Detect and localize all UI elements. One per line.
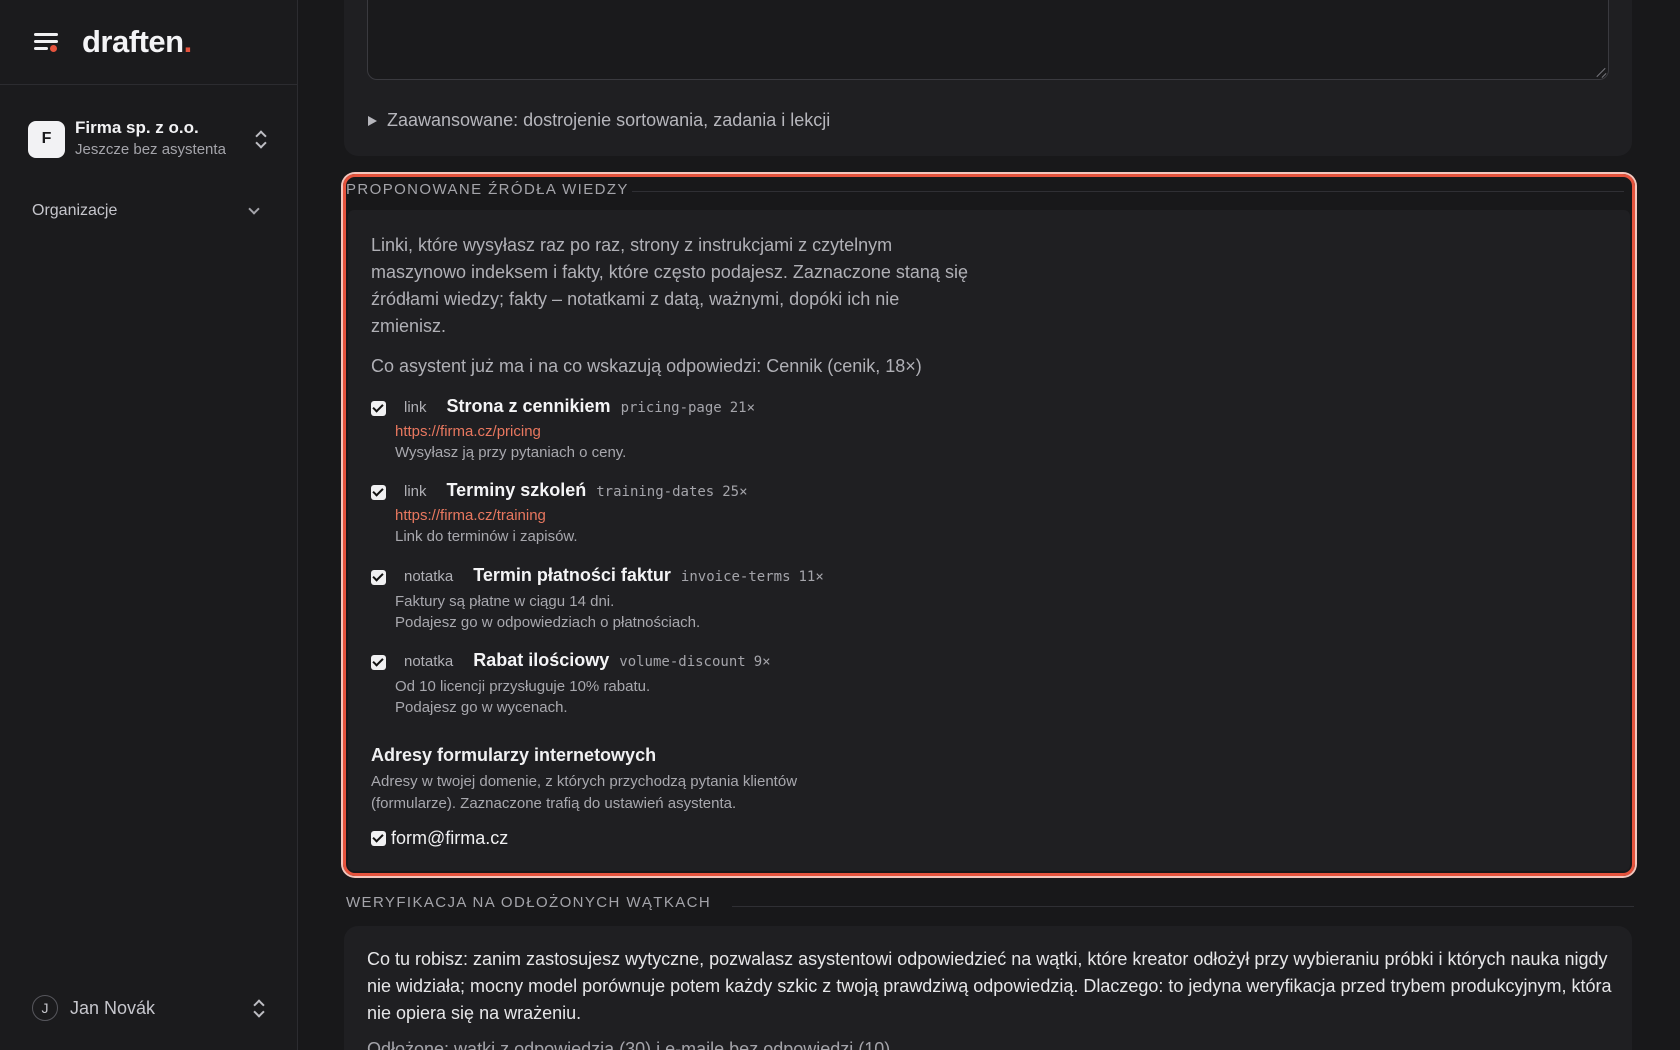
item-description: Podajesz go w wycenach.	[395, 699, 568, 716]
item-checkbox[interactable]	[371, 400, 386, 416]
org-name: Firma sp. z o.o.	[75, 118, 199, 137]
item-key: volume-discount	[619, 654, 746, 670]
forms-title: Adresy formularzy internetowych	[371, 745, 657, 765]
form-checkbox[interactable]	[371, 831, 386, 846]
list-item: link Strona z cennikiem pricing-page 21×…	[371, 396, 1271, 463]
knowledge-card: Linki, które wysyłasz raz po raz, strony…	[348, 210, 1630, 871]
divider	[632, 191, 1624, 192]
item-description: Link do terminów i zapisów.	[395, 528, 578, 545]
divider	[732, 906, 1634, 907]
chevron-down-icon	[248, 203, 260, 215]
section-title: PROPONOWANE ŹRÓDŁA WIEDZY	[346, 181, 629, 198]
item-key: pricing-page	[620, 400, 722, 416]
item-type: link	[404, 483, 427, 500]
item-title: Strona z cennikiem	[446, 396, 611, 416]
item-count: 25×	[722, 484, 748, 500]
item-description: Od 10 licencji przysługuje 10% rabatu.	[395, 678, 651, 695]
item-count: 21×	[729, 400, 756, 416]
verification-card: Co tu robisz: zanim zastosujesz wytyczne…	[344, 926, 1632, 1050]
sidebar-header: draften.	[0, 0, 297, 85]
advanced-toggle[interactable]: Zaawansowane: dostrojenie sortowania, za…	[368, 110, 830, 131]
sidebar-item-label: Organizacje	[32, 202, 118, 219]
item-url-link[interactable]: https://firma.cz/pricing	[395, 422, 541, 442]
list-item: link Terminy szkoleń training-dates 25× …	[371, 480, 1271, 547]
item-type: notatka	[404, 568, 454, 585]
org-subtitle: Jeszcze bez asystenta	[75, 141, 226, 158]
item-key: invoice-terms	[680, 569, 791, 585]
form-address-option[interactable]: form@firma.cz	[371, 828, 508, 849]
item-type: link	[404, 399, 427, 416]
item-checkbox[interactable]	[371, 484, 386, 500]
org-switcher[interactable]: F Firma sp. z o.o. Jeszcze bez asystenta	[28, 116, 268, 162]
section-title: WERYFIKACJA NA ODŁOŻONYCH WĄTKACH	[346, 894, 712, 911]
guidelines-card: Zaawansowane: dostrojenie sortowania, za…	[344, 0, 1632, 156]
item-count: 11×	[798, 569, 824, 585]
forms-description: Adresy w twojej domenie, z których przyc…	[371, 773, 798, 812]
org-avatar: F	[28, 120, 65, 158]
item-title: Termin płatności faktur	[473, 565, 671, 585]
verification-counts: Odłożone: wątki z odpowiedzią (30) i e-m…	[367, 1039, 891, 1050]
updown-icon	[252, 998, 266, 1018]
guidelines-textarea[interactable]	[367, 0, 1609, 80]
list-item: notatka Termin płatności faktur invoice-…	[371, 565, 1271, 633]
main-content: Zaawansowane: dostrojenie sortowania, za…	[298, 0, 1680, 1050]
triangle-right-icon	[368, 115, 377, 126]
resize-grip-icon[interactable]	[1596, 67, 1606, 77]
app-logo[interactable]: draften.	[82, 24, 192, 60]
knowledge-existing: Co asystent już ma i na co wskazują odpo…	[371, 356, 922, 376]
avatar: J	[32, 995, 58, 1021]
form-email: form@firma.cz	[391, 828, 509, 848]
item-checkbox[interactable]	[371, 569, 386, 585]
list-item: notatka Rabat ilościowy volume-discount …	[371, 650, 1271, 718]
user-switcher[interactable]: J Jan Novák	[32, 994, 266, 1022]
item-url-link[interactable]: https://firma.cz/training	[395, 506, 546, 526]
item-description: Faktury są płatne w ciągu 14 dni.	[395, 593, 615, 610]
item-title: Terminy szkoleń	[446, 480, 587, 500]
item-description: Wysyłasz ją przy pytaniach o ceny.	[395, 444, 627, 461]
sidebar: draften. F Firma sp. z o.o. Jeszcze bez …	[0, 0, 298, 1050]
advanced-label: Zaawansowane: dostrojenie sortowania, za…	[387, 110, 831, 130]
user-name: Jan Novák	[70, 997, 156, 1018]
item-description: Podajesz go w odpowiedziach o płatnościa…	[395, 614, 701, 631]
verification-text: Co tu robisz: zanim zastosujesz wytyczne…	[367, 949, 1612, 1023]
knowledge-sources-section: PROPONOWANE ŹRÓDŁA WIEDZY Linki, które w…	[343, 174, 1635, 876]
item-key: training-dates	[596, 484, 715, 500]
knowledge-intro: Linki, które wysyłasz raz po raz, strony…	[371, 235, 968, 336]
item-type: notatka	[404, 653, 454, 670]
menu-icon[interactable]	[32, 30, 60, 54]
sidebar-item-organizations[interactable]: Organizacje	[32, 200, 262, 222]
updown-icon	[254, 129, 268, 149]
item-checkbox[interactable]	[371, 654, 386, 670]
item-count: 9×	[753, 654, 771, 670]
item-title: Rabat ilościowy	[473, 650, 610, 670]
